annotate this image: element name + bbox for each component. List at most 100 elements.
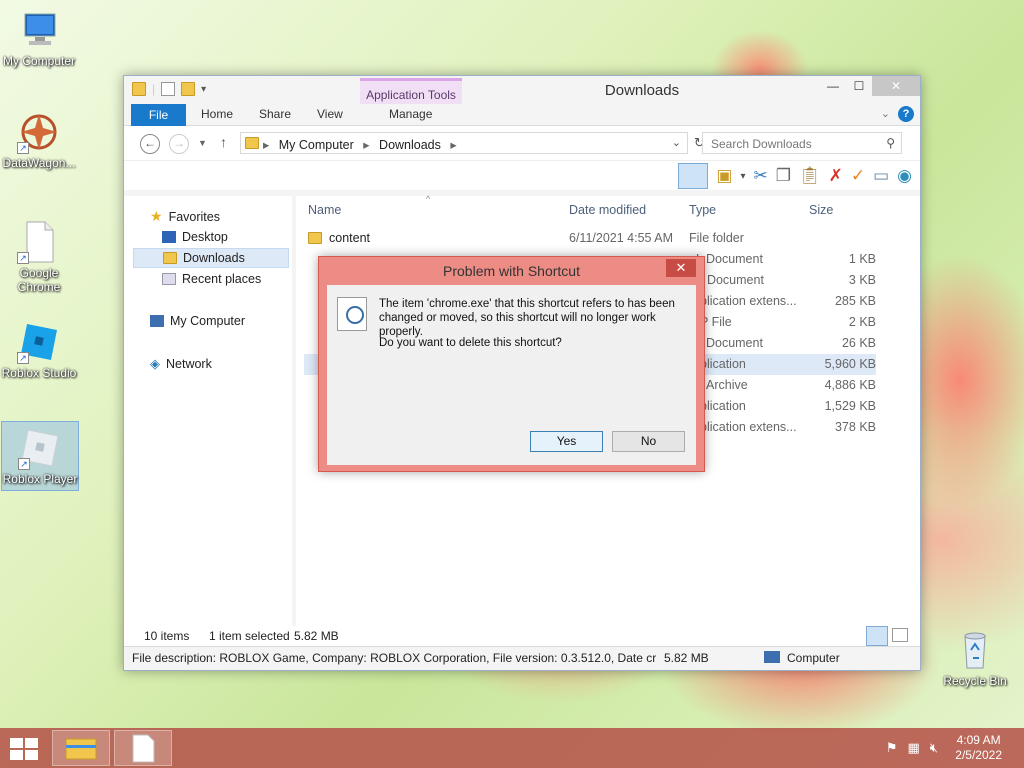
breadcrumb-separator: ▸ xyxy=(263,138,270,152)
close-button[interactable]: ✕ xyxy=(872,76,920,96)
star-icon: ★ xyxy=(150,208,163,224)
tab-file[interactable]: File xyxy=(131,104,186,126)
checkmark-icon[interactable]: ✓ xyxy=(851,166,865,186)
address-bar[interactable]: ▸ My Computer ▸ Downloads ▸ ⌄ xyxy=(240,132,688,154)
cut-icon[interactable]: ✂ xyxy=(754,166,768,186)
file-size: 5,960 KB xyxy=(824,357,876,371)
desktop-icon-my-computer[interactable]: My Computer xyxy=(0,8,78,68)
search-input[interactable]: Search Downloads ⚲ xyxy=(702,132,902,154)
nav-label: My Computer xyxy=(170,314,246,328)
desktop-icon-roblox-player[interactable]: ↗ Roblox Player xyxy=(1,421,79,491)
command-toolbar: ▣ ▾ ✂ ❐ 📋︎ ✗ ✓ ▭ ◉ xyxy=(124,160,920,190)
up-arrow-icon[interactable]: ↑ xyxy=(220,134,227,150)
tab-manage[interactable]: Manage xyxy=(389,107,432,121)
blank-file-icon: ↗ xyxy=(17,220,61,264)
file-size: 26 KB xyxy=(841,336,876,350)
address-dropdown-icon[interactable]: ⌄ xyxy=(672,136,681,149)
nav-favorites[interactable]: ★ Favorites xyxy=(150,208,220,225)
search-icon: ⚲ xyxy=(886,136,895,150)
shortcut-arrow-icon: ↗ xyxy=(17,142,29,154)
rename-icon[interactable]: ▭ xyxy=(873,166,889,186)
back-arrow-icon[interactable]: ← xyxy=(140,134,160,154)
delete-icon[interactable]: ✗ xyxy=(829,166,843,186)
nav-recent-places[interactable]: Recent places xyxy=(162,272,261,286)
file-type: File folder xyxy=(689,231,744,245)
file-explorer-icon xyxy=(65,738,97,760)
preview-pane-icon[interactable] xyxy=(678,163,709,189)
window-title: Downloads xyxy=(604,82,680,99)
computer-icon xyxy=(150,315,164,327)
nav-network[interactable]: ◈ Network xyxy=(150,356,212,372)
file-size: 1 KB xyxy=(848,252,876,266)
action-center-flag-icon[interactable]: ⚑ xyxy=(886,740,898,756)
desktop-icon-roblox-studio[interactable]: ↗ Roblox Studio xyxy=(0,320,78,380)
dialog-close-button[interactable]: ✕ xyxy=(666,259,696,277)
details-bar: File description: ROBLOX Game, Company: … xyxy=(124,646,920,668)
clock[interactable]: 4:09 AM 2/5/2022 xyxy=(955,733,1002,763)
file-date: 6/11/2021 4:55 AM xyxy=(569,231,674,245)
column-header-name[interactable]: Name xyxy=(308,203,341,217)
computer-icon xyxy=(764,651,780,663)
details-size: 5.82 MB xyxy=(664,651,709,665)
yes-button[interactable]: Yes xyxy=(530,431,603,452)
table-row[interactable]: content 6/11/2021 4:55 AM File folder xyxy=(296,228,876,249)
taskbar-file-explorer[interactable] xyxy=(52,730,110,766)
ribbon-tabs: File Home Share View Manage ⌄ ? xyxy=(124,104,920,126)
roblox-player-icon: ↗ xyxy=(18,426,62,470)
dialog-body: The item 'chrome.exe' that this shortcut… xyxy=(327,285,696,465)
dropdown-chevron-icon[interactable]: ▾ xyxy=(740,171,745,182)
globe-icon[interactable]: ◉ xyxy=(897,166,912,186)
recycle-bin-icon xyxy=(953,628,997,672)
desktop-icon-datawagon[interactable]: ↗ DataWagon... xyxy=(0,110,78,170)
desktop-icon-label: Recycle Bin xyxy=(943,674,1007,688)
network-status-icon[interactable]: ▦ xyxy=(908,740,920,756)
status-bar: 10 items 1 item selected 5.82 MB xyxy=(124,626,920,646)
copy-icon[interactable]: ❐ xyxy=(776,166,791,186)
desktop-icon-google-chrome[interactable]: ↗ Google Chrome xyxy=(0,220,78,294)
dialog-title: Problem with Shortcut xyxy=(443,263,580,279)
nav-label: Desktop xyxy=(182,230,228,244)
tab-share[interactable]: Share xyxy=(259,107,291,121)
folder-icon xyxy=(245,137,259,149)
details-view-icon[interactable] xyxy=(866,626,888,646)
item-count: 10 items xyxy=(144,629,190,643)
file-description: File description: ROBLOX Game, Company: … xyxy=(132,651,656,665)
file-size: 2 KB xyxy=(848,315,876,329)
clock-date: 2/5/2022 xyxy=(955,748,1002,762)
shortcut-arrow-icon: ↗ xyxy=(17,252,29,264)
column-header-size[interactable]: Size xyxy=(809,203,833,217)
forward-arrow-icon[interactable]: → xyxy=(169,134,189,154)
tab-view[interactable]: View xyxy=(317,107,343,121)
datawagon-icon: ↗ xyxy=(17,110,61,154)
taskbar-document[interactable] xyxy=(114,730,172,766)
minimize-button[interactable]: — xyxy=(820,76,846,96)
nav-label: Downloads xyxy=(183,251,245,265)
desktop-icon-recycle-bin[interactable]: Recycle Bin xyxy=(936,628,1014,688)
volume-muted-icon[interactable]: 🔇︎ xyxy=(930,740,938,756)
taskbar: ⚑ ▦ 🔇︎ 4:09 AM 2/5/2022 xyxy=(0,728,1024,768)
no-button[interactable]: No xyxy=(612,431,685,452)
recent-locations-chevron-icon[interactable]: ▼ xyxy=(198,138,207,148)
breadcrumb-my-computer[interactable]: My Computer xyxy=(279,138,354,152)
properties-folder-icon[interactable]: ▣ xyxy=(716,166,732,186)
desktop-icon-label: Roblox Studio xyxy=(1,366,77,380)
nav-my-computer[interactable]: My Computer xyxy=(150,314,245,328)
file-type: plication extens... xyxy=(700,420,797,434)
breadcrumb-downloads[interactable]: Downloads xyxy=(379,138,441,152)
shortcut-arrow-icon: ↗ xyxy=(18,458,30,470)
column-header-type[interactable]: Type xyxy=(689,203,716,217)
large-icons-view-icon[interactable] xyxy=(892,628,908,642)
expand-ribbon-chevron-icon[interactable]: ⌄ xyxy=(881,107,890,120)
help-icon[interactable]: ? xyxy=(898,106,914,122)
maximize-button[interactable]: ☐ xyxy=(846,76,872,96)
nav-desktop[interactable]: Desktop xyxy=(162,230,228,244)
nav-downloads[interactable]: Downloads xyxy=(133,248,289,268)
nav-label: Favorites xyxy=(168,209,220,224)
start-button[interactable] xyxy=(8,736,40,760)
paste-icon[interactable]: 📋︎ xyxy=(799,166,821,186)
column-header-date-modified[interactable]: Date modified xyxy=(569,203,646,217)
tab-home[interactable]: Home xyxy=(201,107,233,121)
title-bar[interactable]: | ▾ Application Tools Downloads — ☐ ✕ xyxy=(124,76,920,130)
desktop-icon-label: DataWagon... xyxy=(2,156,76,170)
file-type: plication xyxy=(700,357,746,371)
